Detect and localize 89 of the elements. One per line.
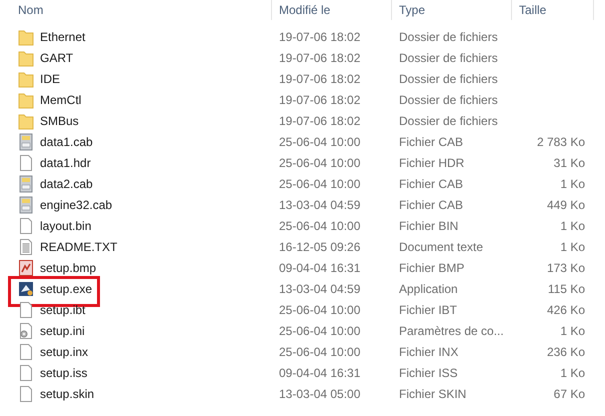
blank-file-icon [18,384,34,402]
file-name[interactable]: MemCtl [40,92,82,106]
file-name[interactable]: layout.bin [40,218,92,232]
file-name[interactable]: IDE [40,72,60,86]
blank-file-icon [18,300,34,318]
column-header[interactable]: Nom [0,0,272,20]
file-name[interactable]: setup.iss [40,366,88,380]
modified-date: 25-06-04 10:00 [279,156,360,170]
modified-date: 16-12-05 09:26 [279,240,360,254]
modified-date: 25-06-04 10:00 [279,134,360,148]
blank-file-icon [18,364,34,382]
modified-date: 19-07-06 18:02 [279,92,360,106]
modified-date: 19-07-06 18:02 [279,114,360,128]
folder-icon [18,112,34,130]
file-size: 1 Ko [560,218,585,232]
file-size: 173 Ko [546,260,585,274]
column-header[interactable]: Type [392,0,512,20]
modified-date: 25-06-04 10:00 [279,302,360,316]
file-size: 1 Ko [560,366,585,380]
modified-date: 25-06-04 10:00 [279,176,360,190]
file-type: Fichier IBT [399,302,458,316]
modified-date: 09-04-04 16:31 [279,366,360,380]
column-header[interactable]: Modifié le [272,0,392,20]
file-type: Application [399,282,458,296]
file-type: Fichier ISS [399,366,458,380]
file-name[interactable]: data2.cab [40,176,93,190]
file-type: Fichier INX [399,344,458,358]
file-size: 1 Ko [560,324,585,338]
column-header[interactable]: Taille [512,0,594,20]
file-type: Fichier SKIN [399,386,466,400]
file-name[interactable]: data1.cab [40,134,93,148]
file-name[interactable]: setup.inx [40,344,88,358]
modified-date: 19-07-06 18:02 [279,50,360,64]
file-name[interactable]: data1.hdr [40,156,91,170]
file-name[interactable]: setup.bmp [40,260,96,274]
installer-icon [18,280,34,298]
file-size: 31 Ko [554,156,585,170]
modified-date: 09-04-04 16:31 [279,260,360,274]
folder-icon [18,28,34,46]
modified-date: 19-07-06 18:02 [279,30,360,44]
folder-icon [18,90,34,108]
file-size: 115 Ko [548,282,585,296]
file-size: 426 Ko [546,302,585,316]
file-size: 2 783 Ko [536,134,585,148]
file-size: 236 Ko [546,344,585,358]
file-type: Fichier CAB [399,176,464,190]
file-type: Fichier HDR [399,156,464,170]
modified-date: 13-03-04 05:00 [279,386,360,400]
file-name[interactable]: setup.skin [40,386,94,400]
modified-date: 25-06-04 10:00 [279,344,360,358]
file-type: Dossier de fichiers [399,92,498,106]
file-name[interactable]: Ethernet [40,30,86,44]
file-type: Paramètres de co... [399,324,504,338]
file-name[interactable]: setup.ini [40,324,85,338]
folder-icon [18,70,34,88]
file-name[interactable]: README.TXT [40,240,118,254]
file-type: Fichier BMP [399,260,464,274]
archive-file-icon [18,174,34,192]
file-name[interactable]: GART [40,50,74,64]
file-name[interactable]: setup.ibt [40,302,86,316]
file-size: 449 Ko [546,198,585,212]
modified-date: 19-07-06 18:02 [279,72,360,86]
image-file-icon [18,258,34,276]
modified-date: 25-06-04 10:00 [279,324,360,338]
file-name[interactable]: SMBus [40,114,79,128]
file-name[interactable]: setup.exe [40,282,92,296]
archive-file-icon [18,196,34,214]
file-size: 67 Ko [554,386,585,400]
file-type: Fichier BIN [399,218,458,232]
modified-date: 25-06-04 10:00 [279,218,360,232]
modified-date: 13-03-04 04:59 [279,282,360,296]
file-type: Fichier CAB [399,198,464,212]
file-size: 1 Ko [560,176,585,190]
file-size: 1 Ko [560,240,585,254]
text-file-icon [18,238,34,256]
archive-file-icon [18,132,34,150]
file-type: Dossier de fichiers [399,72,498,86]
blank-file-icon [18,342,34,360]
file-name[interactable]: engine32.cab [40,198,112,212]
modified-date: 13-03-04 04:59 [279,198,360,212]
file-type: Fichier CAB [399,134,464,148]
folder-icon [18,48,34,66]
file-type: Dossier de fichiers [399,30,498,44]
blank-file-icon [18,216,34,234]
file-type: Dossier de fichiers [399,50,498,64]
settings-file-icon [18,322,34,340]
blank-file-icon [18,154,34,172]
file-type: Document texte [399,240,484,254]
file-type: Dossier de fichiers [399,114,498,128]
